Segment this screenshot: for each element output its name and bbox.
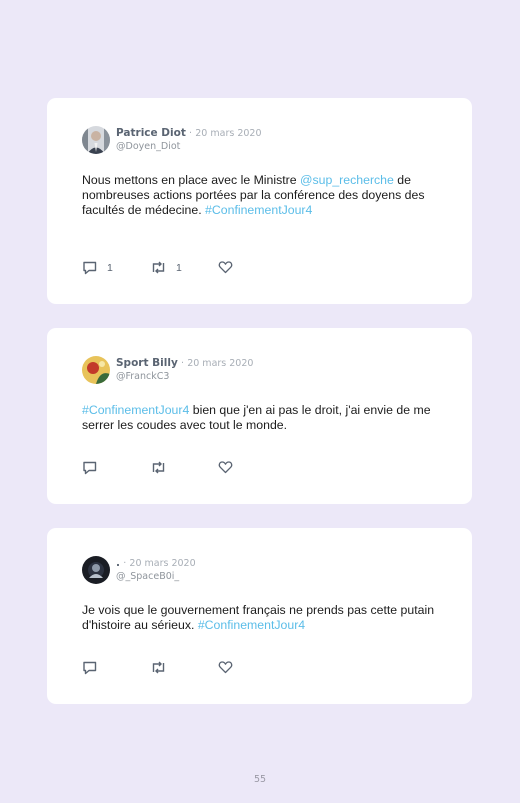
tweet-text: Nous mettons en place avec le Ministre @… [82,173,442,218]
tweet-date[interactable]: 20 mars 2020 [187,358,253,369]
tweet-text: Je vois que le gouvernement français ne … [82,603,442,633]
avatar[interactable] [82,126,110,154]
author-handle[interactable]: @FranckC3 [116,370,253,383]
hashtag-link[interactable]: #ConfinementJour4 [198,618,305,632]
like-button[interactable] [218,660,242,674]
page-number: 55 [253,774,267,785]
tweet-card: Sport Billy · 20 mars 2020 @FranckC3 #Co… [47,328,472,504]
reply-icon [83,261,97,275]
tweet-text: #ConfinementJour4 bien que j'en ai pas l… [82,403,442,433]
mention-link[interactable]: @sup_recherche [300,173,394,187]
heart-icon [218,661,233,674]
heart-icon [218,261,233,274]
retweet-button[interactable] [150,460,176,475]
tweet-card: . · 20 mars 2020 @_SpaceB0i_ Je vois que… [47,528,472,704]
author-handle[interactable]: @Doyen_Diot [116,140,262,153]
like-button[interactable] [218,260,242,274]
like-button[interactable] [218,460,242,474]
reply-icon [83,461,97,475]
reply-button[interactable] [82,660,107,675]
retweet-icon [152,461,165,474]
separator-dot: · [123,558,127,569]
author-handle[interactable]: @_SpaceB0i_ [116,570,196,583]
hashtag-link[interactable]: #ConfinementJour4 [82,403,189,417]
retweet-button[interactable] [150,660,176,675]
text-segment: Nous mettons en place avec le Ministre [82,173,301,187]
hashtag-link[interactable]: #ConfinementJour4 [205,203,312,217]
retweet-icon [152,261,165,274]
separator-dot: · [180,358,185,369]
heart-icon [218,461,233,474]
author-name[interactable]: . [116,557,120,569]
author-name[interactable]: Sport Billy [116,357,178,369]
reply-count: 1 [107,261,113,274]
tweet-date[interactable]: 20 mars 2020 [129,558,195,569]
reply-button[interactable] [82,460,107,475]
tweet-card: Patrice Diot · 20 mars 2020 @Doyen_Diot … [47,98,472,304]
retweet-count: 1 [176,261,182,274]
author-name[interactable]: Patrice Diot [116,127,186,139]
avatar[interactable] [82,556,110,584]
reply-icon [83,661,97,675]
retweet-button[interactable]: 1 [150,260,182,275]
separator-dot: · [189,128,193,139]
retweet-icon [152,661,165,674]
avatar[interactable] [82,356,110,384]
tweet-date[interactable]: 20 mars 2020 [195,128,261,139]
reply-button[interactable]: 1 [82,260,113,275]
